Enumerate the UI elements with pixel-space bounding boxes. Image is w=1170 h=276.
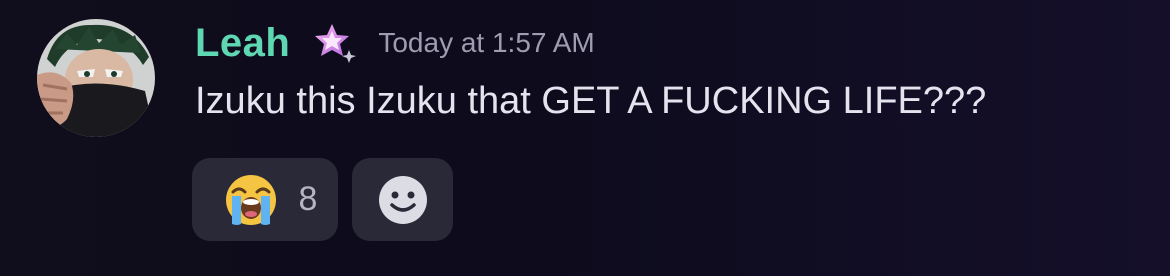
loudly-crying-face-icon xyxy=(223,172,279,228)
message-text: Izuku this Izuku that GET A FUCKING LIFE… xyxy=(195,80,987,122)
smiley-add-reaction-icon xyxy=(378,175,428,225)
username[interactable]: Leah xyxy=(195,21,290,66)
add-reaction-button[interactable] xyxy=(352,158,453,241)
reaction-count: 8 xyxy=(298,180,318,218)
message-timestamp: Today at 1:57 AM xyxy=(378,27,595,58)
message-header: Leah Today at 1:57 AM xyxy=(195,18,595,68)
reaction-bar: 8 xyxy=(192,158,453,241)
user-avatar[interactable] xyxy=(37,19,155,137)
chat-message: Leah Today at 1:57 AM Izuku this Izuku t… xyxy=(0,0,1170,276)
reaction-crying-face[interactable]: 8 xyxy=(192,158,338,241)
nitro-star-badge-icon[interactable] xyxy=(312,20,358,66)
